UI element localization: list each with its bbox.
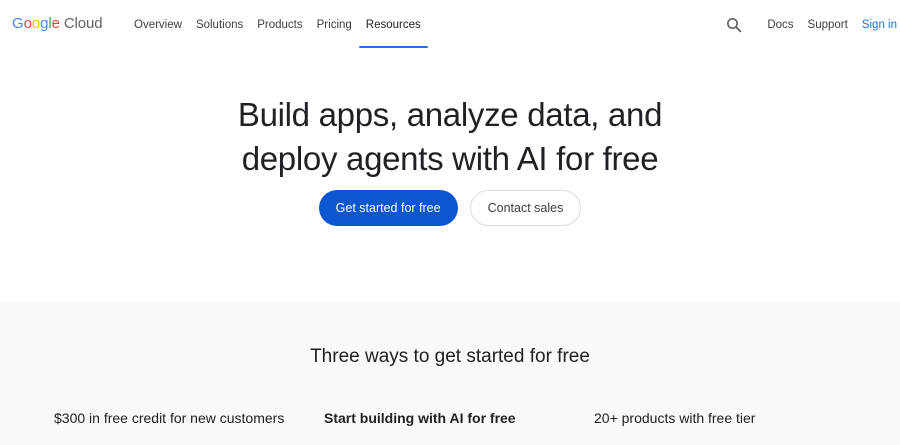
contact-sales-button[interactable]: Contact sales (469, 190, 582, 226)
nav-item-pricing[interactable]: Pricing (310, 0, 359, 50)
way-item-build-with-ai: Start building with AI for free (324, 410, 516, 426)
search-icon (727, 18, 742, 33)
logo-letter: e (51, 15, 60, 32)
docs-link[interactable]: Docs (767, 19, 793, 31)
page: Google Cloud Overview Solutions Products … (0, 0, 900, 445)
logo-letter: o (31, 15, 41, 32)
way-item-free-credit: $300 in free credit for new customers (54, 410, 285, 426)
google-cloud-logo[interactable]: Google Cloud (12, 15, 103, 32)
ways-list: $300 in free credit for new customers St… (54, 408, 874, 428)
logo-product-name: Cloud (63, 15, 103, 32)
get-started-button[interactable]: Get started for free (318, 190, 458, 226)
hero-section: Build apps, analyze data, and deploy age… (0, 50, 900, 301)
nav-item-overview[interactable]: Overview (134, 0, 189, 50)
main-nav: Overview Solutions Products Pricing Reso… (134, 0, 428, 50)
logo-letter: o (23, 15, 32, 32)
way-item-free-tier: 20+ products with free tier (594, 410, 756, 426)
three-ways-section: Three ways to get started for free $300 … (0, 301, 900, 445)
hero-title-line: Build apps, analyze data, and (237, 96, 663, 133)
nav-item-products[interactable]: Products (250, 0, 309, 50)
support-link[interactable]: Support (808, 19, 848, 31)
nav-item-solutions[interactable]: Solutions (189, 0, 250, 50)
hero-title-line: deploy agents with AI for free (241, 140, 659, 177)
section-title: Three ways to get started for free (310, 346, 590, 367)
sign-in-link[interactable]: Sign in (862, 19, 897, 31)
hero-title: Build apps, analyze data, and deploy age… (0, 93, 900, 181)
search-button[interactable] (719, 10, 749, 40)
header-actions: Docs Support Sign in (719, 0, 900, 50)
cta-row: Get started for free Contact sales (0, 190, 900, 226)
nav-item-resources[interactable]: Resources (358, 0, 428, 50)
top-header: Google Cloud Overview Solutions Products … (0, 0, 900, 50)
logo-letter: G (12, 15, 24, 32)
